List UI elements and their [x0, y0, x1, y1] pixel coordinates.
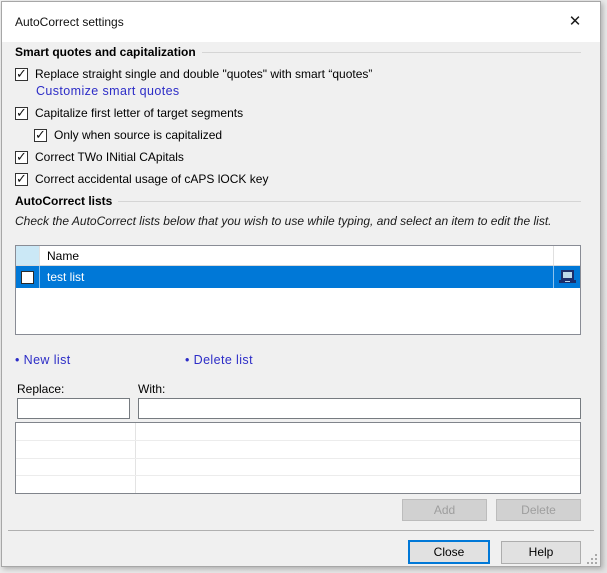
- checkbox-replace-quotes[interactable]: ✓ Replace straight single and double "qu…: [15, 65, 581, 83]
- checkbox-only-when-source-capitalized[interactable]: ✓ Only when source is capitalized: [15, 124, 581, 146]
- customize-smart-quotes-row: Customize smart quotes: [36, 83, 581, 99]
- checkbox-box[interactable]: ✓: [15, 107, 28, 120]
- grid-cell-replace[interactable]: [16, 459, 136, 476]
- grid-cell-with[interactable]: [136, 441, 580, 458]
- group-divider-line: [202, 52, 581, 53]
- grid-row[interactable]: [16, 476, 580, 493]
- checkmark-icon: ✓: [16, 105, 27, 120]
- checkbox-label[interactable]: Replace straight single and double "quot…: [35, 67, 372, 81]
- with-input[interactable]: [138, 398, 581, 419]
- bullet-icon: •: [15, 353, 20, 367]
- group-header-smart-quotes: Smart quotes and capitalization: [15, 45, 581, 59]
- grid-cell-replace[interactable]: [16, 423, 136, 440]
- list-actions-row: • New list • Delete list: [15, 352, 581, 368]
- help-button[interactable]: Help: [501, 541, 581, 564]
- close-icon[interactable]: ✕: [560, 8, 590, 34]
- autocorrect-lists-description: Check the AutoCorrect lists below that y…: [15, 214, 581, 230]
- grid-row[interactable]: [16, 423, 580, 441]
- dialog-content: Smart quotes and capitalization ✓ Replac…: [2, 45, 600, 564]
- list-item-checkbox[interactable]: [21, 271, 34, 284]
- grid-cell-with[interactable]: [136, 476, 580, 493]
- grid-cell-replace[interactable]: [16, 441, 136, 458]
- checkmark-icon: ✓: [16, 171, 27, 186]
- replace-label: Replace:: [17, 382, 138, 396]
- footer-buttons: Close Help: [15, 540, 581, 564]
- checkbox-label[interactable]: Only when source is capitalized: [54, 128, 222, 142]
- title-bar: AutoCorrect settings ✕: [2, 2, 600, 42]
- checkbox-box[interactable]: ✓: [34, 129, 47, 142]
- checkbox-correct-two-initial-capitals[interactable]: ✓ Correct TWo INitial CApitals: [15, 146, 581, 168]
- bullet-icon: •: [185, 353, 190, 367]
- grid-row[interactable]: [16, 441, 580, 459]
- checkbox-label[interactable]: Capitalize first letter of target segmen…: [35, 106, 243, 120]
- checkmark-icon: ✓: [16, 66, 27, 81]
- header-checkbox-column: [16, 246, 40, 265]
- group-label: Smart quotes and capitalization: [15, 45, 196, 59]
- replace-input[interactable]: [17, 398, 130, 419]
- close-button[interactable]: Close: [408, 540, 490, 564]
- table-header-row: Name: [16, 246, 580, 266]
- autocorrect-settings-dialog: AutoCorrect settings ✕ Smart quotes and …: [1, 1, 601, 567]
- header-name-column[interactable]: Name: [40, 246, 554, 265]
- group-label: AutoCorrect lists: [15, 194, 112, 208]
- name-column-label: Name: [47, 249, 79, 263]
- grid-cell-replace[interactable]: [16, 476, 136, 493]
- new-list-slot: • New list: [15, 353, 185, 367]
- group-divider-line: [118, 201, 581, 202]
- add-delete-row: Add Delete: [15, 499, 581, 521]
- new-list-link[interactable]: • New list: [15, 353, 71, 367]
- list-item-name: test list: [47, 270, 84, 284]
- footer-divider: [8, 530, 594, 531]
- customize-smart-quotes-link[interactable]: Customize smart quotes: [36, 84, 180, 98]
- grid-cell-with[interactable]: [136, 459, 580, 476]
- checkbox-capitalize-first-letter[interactable]: ✓ Capitalize first letter of target segm…: [15, 102, 581, 124]
- checkbox-label[interactable]: Correct TWo INitial CApitals: [35, 150, 184, 164]
- replace-with-inputs: [15, 398, 581, 419]
- with-label: With:: [138, 382, 165, 396]
- grid-row[interactable]: [16, 459, 580, 477]
- add-button[interactable]: Add: [402, 499, 487, 521]
- row-name-cell[interactable]: test list: [40, 266, 554, 288]
- checkbox-box[interactable]: ✓: [15, 173, 28, 186]
- resize-grip[interactable]: [587, 554, 597, 564]
- checkmark-icon: ✓: [35, 127, 46, 142]
- group-header-autocorrect-lists: AutoCorrect lists: [15, 194, 581, 208]
- checkbox-box[interactable]: ✓: [15, 151, 28, 164]
- replace-with-labels: Replace: With:: [15, 382, 581, 396]
- grid-cell-with[interactable]: [136, 423, 580, 440]
- laptop-icon: [558, 269, 577, 285]
- table-row[interactable]: test list: [16, 266, 580, 288]
- delete-button[interactable]: Delete: [496, 499, 581, 521]
- window-title: AutoCorrect settings: [15, 15, 124, 29]
- autocorrect-lists-table[interactable]: Name test list: [15, 245, 581, 335]
- table-empty-area[interactable]: [16, 288, 580, 334]
- row-icon-cell: [554, 266, 580, 288]
- checkmark-icon: ✓: [16, 149, 27, 164]
- checkbox-correct-caps-lock[interactable]: ✓ Correct accidental usage of cAPS lOCK …: [15, 168, 581, 190]
- checkbox-box[interactable]: ✓: [15, 68, 28, 81]
- replacement-pairs-grid[interactable]: [15, 422, 581, 494]
- header-icon-column: [554, 246, 580, 265]
- row-checkbox-cell: [16, 266, 40, 288]
- delete-list-link[interactable]: • Delete list: [185, 353, 253, 367]
- checkbox-label[interactable]: Correct accidental usage of cAPS lOCK ke…: [35, 172, 268, 186]
